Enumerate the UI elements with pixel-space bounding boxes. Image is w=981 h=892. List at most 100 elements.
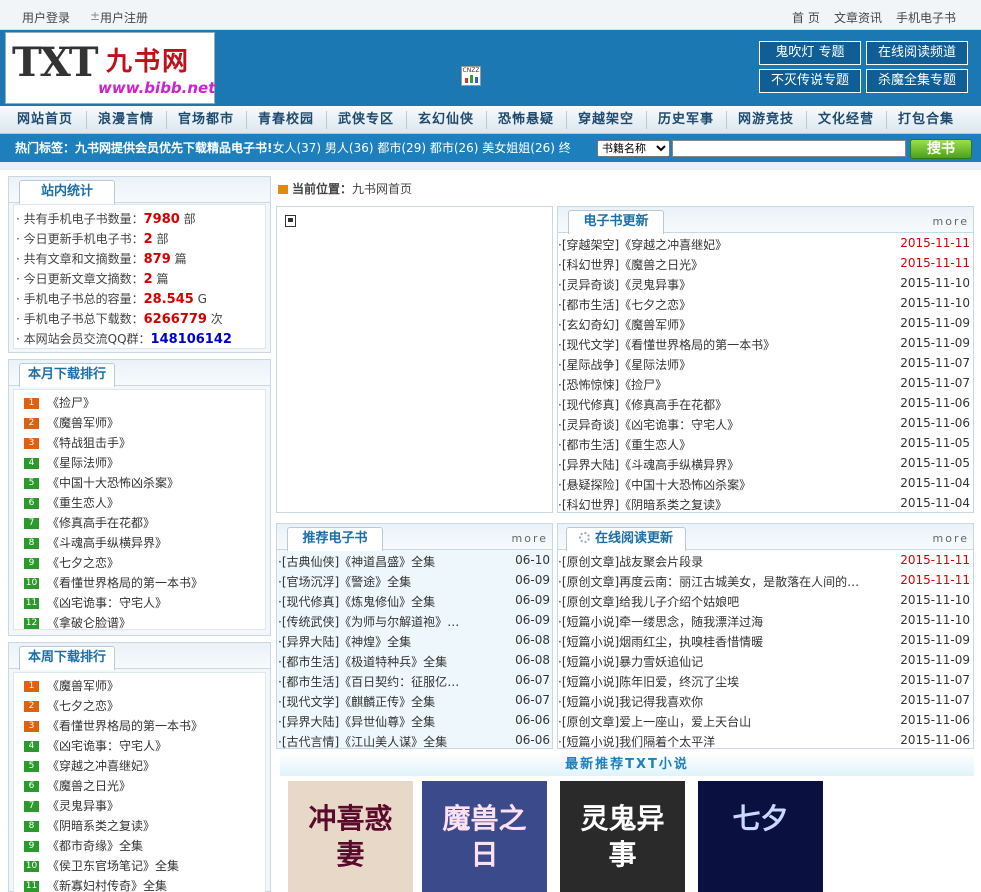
nav-item-gaming[interactable]: 网游竞技	[726, 106, 806, 134]
rank-item[interactable]: 8 《斗魂高手纵横异界》	[24, 534, 167, 551]
list-item[interactable]: ·[短篇小说]暴力雪妖追仙记 2015-11-09	[558, 653, 970, 673]
nav-item-horror[interactable]: 恐怖悬疑	[486, 106, 566, 134]
rank-title[interactable]: 《重生恋人》	[47, 496, 119, 510]
list-item[interactable]: ·[灵异奇谈]《凶宅诡事：守宅人》 2015-11-06	[558, 416, 970, 436]
list-item-title[interactable]: ·[短篇小说]牵一缕思念，随我漂洋过海	[558, 613, 763, 630]
list-item-title[interactable]: ·[短篇小说]烟雨红尘，执嗅桂香惜情暖	[558, 633, 763, 650]
nav-item-history[interactable]: 历史军事	[646, 106, 726, 134]
top-link-mobile-ebook[interactable]: 手机电子书	[896, 9, 956, 26]
list-item-title[interactable]: ·[恐怖惊悚]《捡尸》	[558, 376, 667, 393]
site-logo[interactable]: TXT 九书网 www.bibb.net	[5, 32, 215, 104]
list-item[interactable]: ·[异界大陆]《异世仙尊》全集 06-06	[278, 713, 550, 733]
rank-item[interactable]: 5 《穿越之冲喜继妃》	[24, 757, 155, 774]
nav-item-romance[interactable]: 浪漫言情	[86, 106, 166, 134]
list-item[interactable]: ·[穿越架空]《穿越之冲喜继妃》 2015-11-11	[558, 236, 970, 256]
nav-item-time-travel[interactable]: 穿越架空	[566, 106, 646, 134]
rank-item[interactable]: 2 《魔兽军师》	[24, 414, 119, 431]
nav-item-culture[interactable]: 文化经营	[806, 106, 886, 134]
rank-title[interactable]: 《魔兽军师》	[47, 679, 119, 693]
rank-item[interactable]: 4 《星际法师》	[24, 454, 119, 471]
rank-item[interactable]: 8 《阴暗系类之复读》	[24, 817, 155, 834]
rank-item[interactable]: 10 《侯卫东官场笔记》全集	[24, 857, 179, 874]
demon-slayer-topic-button[interactable]: 杀魔全集专题	[866, 69, 968, 93]
book-cover[interactable]: 魔兽之日	[422, 781, 547, 892]
list-item[interactable]: ·[悬疑探险]《中国十大恐怖凶杀案》 2015-11-04	[558, 476, 970, 496]
immortal-legend-topic-button[interactable]: 不灭传说专题	[759, 69, 861, 93]
register-link[interactable]: 用户注册	[100, 9, 148, 26]
cnzz-stat-icon[interactable]: CNZZ	[461, 66, 481, 86]
list-item-title[interactable]: ·[都市生活]《七夕之恋》	[558, 296, 691, 313]
list-item[interactable]: ·[原创文章]再度云南：丽江古城美女，是散落在人间的… 2015-11-11	[558, 573, 970, 593]
rank-item[interactable]: 7 《修真高手在花都》	[24, 514, 155, 531]
rank-item[interactable]: 6 《魔兽之日光》	[24, 777, 131, 794]
breadcrumb-current[interactable]: 九书网首页	[352, 182, 412, 196]
list-item-title[interactable]: ·[原创文章]给我儿子介绍个姑娘吧	[558, 593, 739, 610]
rank-item[interactable]: 11 《新寡妇村传奇》全集	[24, 877, 167, 892]
rank-item[interactable]: 1 《捡尸》	[24, 394, 95, 411]
rank-item[interactable]: 9 《七夕之恋》	[24, 554, 119, 571]
ebook-update-more-link[interactable]: more	[933, 215, 970, 228]
online-reading-more-link[interactable]: more	[933, 532, 970, 545]
rank-title[interactable]: 《灵鬼异事》	[47, 799, 119, 813]
list-item-title[interactable]: ·[现代文学]《麒麟正传》全集	[278, 693, 435, 710]
list-item-title[interactable]: ·[短篇小说]我记得我喜欢你	[558, 693, 703, 710]
search-type-select[interactable]: 书籍名称	[597, 140, 670, 157]
list-item-title[interactable]: ·[短篇小说]陈年旧爱，终沉了尘埃	[558, 673, 739, 690]
list-item-title[interactable]: ·[传统武侠]《为师与尔解道袍》全…	[278, 613, 468, 630]
book-cover[interactable]: 七夕	[698, 781, 823, 892]
list-item-title[interactable]: ·[原创文章]战友聚会片段录	[558, 553, 703, 570]
top-link-home[interactable]: 首 页	[792, 9, 820, 26]
list-item-title[interactable]: ·[现代修真]《炼鬼修仙》全集	[278, 593, 435, 610]
list-item[interactable]: ·[异界大陆]《神煌》全集 06-08	[278, 633, 550, 653]
list-item-title[interactable]: ·[灵异奇谈]《凶宅诡事：守宅人》	[558, 416, 739, 433]
rank-title[interactable]: 《看懂世界格局的第一本书》	[47, 719, 203, 733]
list-item[interactable]: ·[古代言情]《江山美人谋》全集 06-06	[278, 733, 550, 753]
rank-title[interactable]: 《看懂世界格局的第一本书》	[47, 576, 203, 590]
list-item[interactable]: ·[异界大陆]《斗魂高手纵横异界》 2015-11-05	[558, 456, 970, 476]
list-item-title[interactable]: ·[异界大陆]《斗魂高手纵横异界》	[558, 456, 739, 473]
search-input[interactable]	[672, 140, 906, 157]
list-item-title[interactable]: ·[短篇小说]暴力雪妖追仙记	[558, 653, 703, 670]
rank-item[interactable]: 2 《七夕之恋》	[24, 697, 119, 714]
nav-item-fantasy[interactable]: 玄幻仙侠	[406, 106, 486, 134]
list-item[interactable]: ·[短篇小说]陈年旧爱，终沉了尘埃 2015-11-07	[558, 673, 970, 693]
rank-title[interactable]: 《凶宅诡事：守宅人》	[47, 596, 167, 610]
list-item[interactable]: ·[原创文章]战友聚会片段录 2015-11-11	[558, 553, 970, 573]
rank-title[interactable]: 《七夕之恋》	[47, 556, 119, 570]
list-item[interactable]: ·[短篇小说]我们隔着个太平洋 2015-11-06	[558, 733, 970, 753]
rank-title[interactable]: 《修真高手在花都》	[47, 516, 155, 530]
rank-item[interactable]: 12 《拿破仑脸谱》	[24, 614, 131, 631]
list-item[interactable]: ·[原创文章]给我儿子介绍个姑娘吧 2015-11-10	[558, 593, 970, 613]
rank-item[interactable]: 4 《凶宅诡事：守宅人》	[24, 737, 167, 754]
list-item-title[interactable]: ·[官场沉浮]《警途》全集	[278, 573, 411, 590]
rank-item[interactable]: 3 《特战狙击手》	[24, 434, 131, 451]
rank-title[interactable]: 《魔兽军师》	[47, 416, 119, 430]
nav-item-bundles[interactable]: 打包合集	[886, 106, 966, 134]
list-item[interactable]: ·[短篇小说]牵一缕思念，随我漂洋过海 2015-11-10	[558, 613, 970, 633]
list-item-title[interactable]: ·[科幻世界]《阴暗系类之复读》	[558, 496, 727, 513]
rank-item[interactable]: 10 《看懂世界格局的第一本书》	[24, 574, 203, 591]
slideshow-box[interactable]	[276, 206, 553, 513]
list-item[interactable]: ·[短篇小说]烟雨红尘，执嗅桂香惜情暖 2015-11-09	[558, 633, 970, 653]
rank-title[interactable]: 《捡尸》	[47, 396, 95, 410]
rank-item[interactable]: 3 《看懂世界格局的第一本书》	[24, 717, 203, 734]
list-item[interactable]: ·[古典仙侠]《神道昌盛》全集 06-10	[278, 553, 550, 573]
top-link-articles[interactable]: 文章资讯	[834, 9, 882, 26]
list-item[interactable]: ·[传统武侠]《为师与尔解道袍》全… 06-09	[278, 613, 550, 633]
rank-item[interactable]: 6 《重生恋人》	[24, 494, 119, 511]
rank-title[interactable]: 《特战狙击手》	[47, 436, 131, 450]
rank-title[interactable]: 《阴暗系类之复读》	[47, 819, 155, 833]
rank-title[interactable]: 《侯卫东官场笔记》全集	[47, 859, 179, 873]
recommend-more-link[interactable]: more	[512, 532, 549, 545]
list-item[interactable]: ·[都市生活]《重生恋人》 2015-11-05	[558, 436, 970, 456]
list-item-title[interactable]: ·[古典仙侠]《神道昌盛》全集	[278, 553, 435, 570]
list-item-title[interactable]: ·[异界大陆]《异世仙尊》全集	[278, 713, 435, 730]
list-item-title[interactable]: ·[科幻世界]《魔兽之日光》	[558, 256, 703, 273]
list-item-title[interactable]: ·[原创文章]再度云南：丽江古城美女，是散落在人间的…	[558, 573, 859, 590]
nav-item-campus[interactable]: 青春校园	[246, 106, 326, 134]
rank-item[interactable]: 11 《凶宅诡事：守宅人》	[24, 594, 167, 611]
rank-title[interactable]: 《七夕之恋》	[47, 699, 119, 713]
rank-item[interactable]: 9 《都市奇缘》全集	[24, 837, 143, 854]
list-item-title[interactable]: ·[原创文章]爱上一座山，爱上天台山	[558, 713, 751, 730]
list-item[interactable]: ·[现代文学]《麒麟正传》全集 06-07	[278, 693, 550, 713]
